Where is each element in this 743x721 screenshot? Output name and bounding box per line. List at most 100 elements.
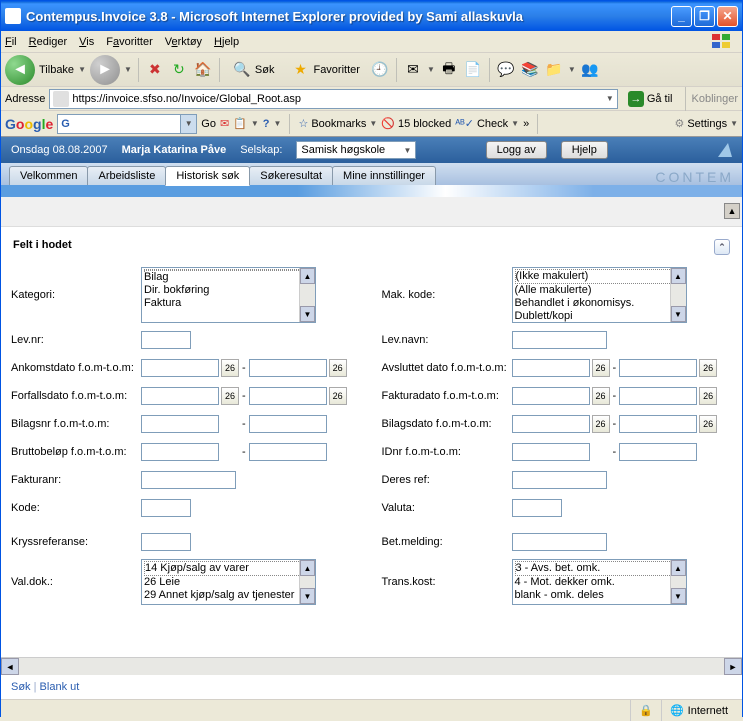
- list-item[interactable]: 26 Leie: [144, 576, 313, 589]
- bilagsnr-from-input[interactable]: [141, 415, 219, 433]
- print-icon[interactable]: 🖶: [439, 60, 459, 80]
- mail-icon[interactable]: ✉: [403, 60, 423, 80]
- menu-edit[interactable]: Rediger: [29, 36, 68, 48]
- collapse-section-button[interactable]: ⌃: [714, 239, 730, 255]
- research-icon[interactable]: 📚: [520, 60, 540, 80]
- deresref-input[interactable]: [512, 471, 607, 489]
- fakturadato-to-input[interactable]: [619, 387, 697, 405]
- forfall-to-input[interactable]: [249, 387, 327, 405]
- list-item[interactable]: Dublett/kopi: [515, 310, 684, 323]
- calendar-icon[interactable]: 26: [329, 387, 347, 405]
- calendar-icon[interactable]: 📋: [233, 117, 247, 130]
- minimize-button[interactable]: _: [671, 6, 692, 27]
- scroll-up-icon[interactable]: ▲: [300, 560, 315, 576]
- list-item[interactable]: Faktura: [144, 297, 313, 310]
- forfall-from-input[interactable]: [141, 387, 219, 405]
- help-icon[interactable]: ?: [263, 118, 270, 130]
- go-button[interactable]: → Gå til: [622, 89, 679, 109]
- calendar-icon[interactable]: 26: [221, 359, 239, 377]
- avsluttet-from-input[interactable]: [512, 359, 590, 377]
- help-button[interactable]: Hjelp: [561, 141, 608, 159]
- calendar-icon[interactable]: 26: [592, 387, 610, 405]
- idnr-to-input[interactable]: [619, 443, 697, 461]
- blocked-button[interactable]: 🚫15 blocked: [381, 117, 451, 130]
- links-label[interactable]: Koblinger: [692, 93, 738, 105]
- discuss-icon[interactable]: 💬: [496, 60, 516, 80]
- tab-sokeresultat[interactable]: Søkeresultat: [249, 166, 333, 185]
- levnr-input[interactable]: [141, 331, 191, 349]
- fakturadato-from-input[interactable]: [512, 387, 590, 405]
- tab-arbeidsliste[interactable]: Arbeidsliste: [87, 166, 166, 185]
- messenger-icon[interactable]: 👥: [580, 60, 600, 80]
- bookmarks-button[interactable]: ☆Bookmarks▼: [298, 117, 377, 130]
- tab-historisk-sok[interactable]: Historisk søk: [165, 166, 250, 186]
- google-search-input[interactable]: G ▼: [57, 114, 197, 134]
- calendar-icon[interactable]: 26: [329, 359, 347, 377]
- stop-icon[interactable]: ✖: [145, 60, 165, 80]
- calendar-icon[interactable]: 26: [699, 415, 717, 433]
- refresh-icon[interactable]: ↻: [169, 60, 189, 80]
- favorites-button[interactable]: ★Favoritter: [284, 57, 365, 83]
- more-icon[interactable]: »: [523, 118, 529, 130]
- menu-view[interactable]: Vis: [79, 36, 94, 48]
- search-button[interactable]: 🔍Søk: [226, 57, 281, 83]
- sok-link[interactable]: Søk: [11, 681, 31, 693]
- list-item[interactable]: 4 - Mot. dekker omk.: [515, 576, 684, 589]
- transkost-listbox[interactable]: 3 - Avs. bet. omk. 4 - Mot. dekker omk. …: [512, 559, 687, 605]
- address-input[interactable]: https://invoice.sfso.no/Invoice/Global_R…: [49, 89, 617, 109]
- logout-button[interactable]: Logg av: [486, 141, 547, 159]
- address-dropdown-icon[interactable]: ▼: [606, 94, 614, 103]
- list-item[interactable]: blank - omk. deles: [515, 589, 684, 602]
- calendar-icon[interactable]: 26: [221, 387, 239, 405]
- scroll-left-icon[interactable]: ◄: [1, 658, 19, 675]
- bilagsdato-from-input[interactable]: [512, 415, 590, 433]
- fwd-dropdown-icon[interactable]: ▼: [124, 65, 132, 74]
- avsluttet-to-input[interactable]: [619, 359, 697, 377]
- brutto-to-input[interactable]: [249, 443, 327, 461]
- list-item[interactable]: Behandlet i økonomisys.: [515, 297, 684, 310]
- kryss-input[interactable]: [141, 533, 191, 551]
- ankomst-to-input[interactable]: [249, 359, 327, 377]
- selskap-select[interactable]: Samisk høgskole▼: [296, 141, 416, 159]
- calendar-icon[interactable]: 26: [592, 415, 610, 433]
- edit-icon[interactable]: 📄: [463, 60, 483, 80]
- maximize-button[interactable]: ❐: [694, 6, 715, 27]
- google-go-button[interactable]: Go: [201, 118, 216, 130]
- betmelding-input[interactable]: [512, 533, 607, 551]
- home-icon[interactable]: 🏠: [193, 60, 213, 80]
- settings-button[interactable]: ⚙Settings▼: [674, 117, 738, 130]
- list-item[interactable]: Dir. bokføring: [144, 284, 313, 297]
- menu-favorites[interactable]: Favoritter: [106, 36, 152, 48]
- ankomst-from-input[interactable]: [141, 359, 219, 377]
- tab-mine-innstillinger[interactable]: Mine innstillinger: [332, 166, 436, 185]
- calendar-icon[interactable]: 26: [699, 387, 717, 405]
- scroll-down-icon[interactable]: ▼: [300, 306, 315, 322]
- back-button[interactable]: ◄: [5, 55, 35, 85]
- kode-input[interactable]: [141, 499, 191, 517]
- scroll-up-icon[interactable]: ▲: [671, 560, 686, 576]
- list-item[interactable]: (Alle makulerte): [515, 284, 684, 297]
- bilagsdato-to-input[interactable]: [619, 415, 697, 433]
- blank-ut-link[interactable]: Blank ut: [40, 681, 80, 693]
- close-button[interactable]: ✕: [717, 6, 738, 27]
- history-icon[interactable]: 🕘: [370, 60, 390, 80]
- idnr-from-input[interactable]: [512, 443, 590, 461]
- list-item[interactable]: 29 Annet kjøp/salg av tjenester: [144, 589, 313, 602]
- menu-file[interactable]: Fil: [5, 36, 17, 48]
- menu-tools[interactable]: Verktøy: [165, 36, 202, 48]
- brutto-from-input[interactable]: [141, 443, 219, 461]
- scroll-up-icon[interactable]: ▲: [671, 268, 686, 284]
- gmail-icon[interactable]: ✉: [220, 117, 229, 130]
- bilagsnr-to-input[interactable]: [249, 415, 327, 433]
- makkode-listbox[interactable]: (Ikke makulert) (Alle makulerte) Behandl…: [512, 267, 687, 323]
- google-search-dropdown-icon[interactable]: ▼: [180, 115, 196, 133]
- folder-icon[interactable]: 📁: [544, 60, 564, 80]
- forward-button[interactable]: ►: [90, 55, 120, 85]
- calendar-icon[interactable]: 26: [592, 359, 610, 377]
- list-item[interactable]: (Ikke makulert): [515, 269, 684, 284]
- scroll-down-icon[interactable]: ▼: [300, 588, 315, 604]
- scroll-right-icon[interactable]: ►: [724, 658, 742, 675]
- scroll-down-icon[interactable]: ▼: [671, 306, 686, 322]
- scroll-up-button[interactable]: ▲: [724, 203, 740, 219]
- fakturanr-input[interactable]: [141, 471, 236, 489]
